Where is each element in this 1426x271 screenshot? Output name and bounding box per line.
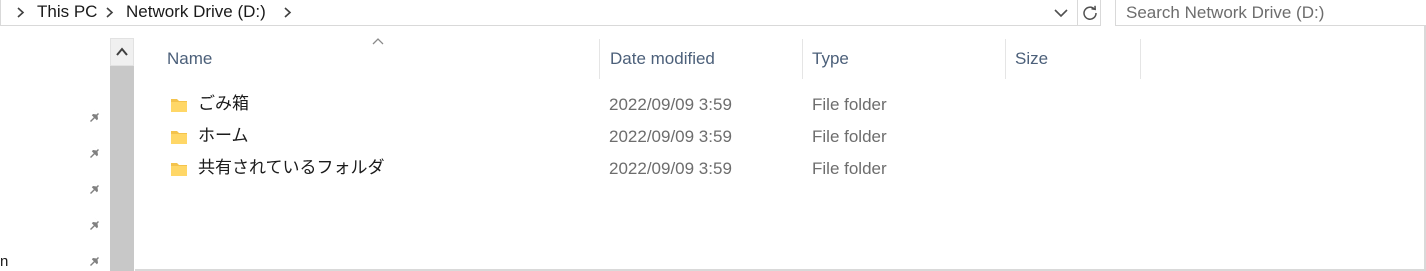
refresh-button[interactable] [1077,0,1102,26]
file-row[interactable]: 共有されているフォルダ 2022/09/09 3:59 File folder [135,156,1425,188]
file-row[interactable]: ホーム 2022/09/09 3:59 File folder [135,124,1425,156]
file-date-modified: 2022/09/09 3:59 [609,127,732,146]
breadcrumb-this-pc[interactable]: This PC [37,2,97,22]
chevron-right-icon[interactable] [16,7,25,18]
pin-icon[interactable] [88,252,104,268]
chevron-right-icon[interactable] [283,7,292,18]
file-type: File folder [812,95,887,114]
breadcrumb-network-drive[interactable]: Network Drive (D:) [126,2,266,22]
chevron-down-icon[interactable] [1053,7,1069,19]
refresh-icon [1083,5,1097,20]
folder-icon [171,99,187,112]
chevron-right-icon[interactable] [105,7,114,18]
file-type: File folder [812,127,887,146]
pin-icon[interactable] [88,216,104,232]
pin-icon[interactable] [88,144,104,160]
nav-item-label-cut[interactable]: n [0,254,8,269]
pin-icon[interactable] [88,180,104,196]
file-date-modified: 2022/09/09 3:59 [609,159,732,178]
file-date-modified: 2022/09/09 3:59 [609,95,732,114]
search-input[interactable]: Search Network Drive (D:) [1126,3,1324,23]
folder-icon [171,163,187,176]
file-row[interactable]: ごみ箱 2022/09/09 3:59 File folder [135,92,1425,124]
column-header-name[interactable]: Name [167,39,599,79]
search-box[interactable]: Search Network Drive (D:) [1115,0,1426,26]
address-bar[interactable]: This PC Network Drive (D:) [0,0,1101,26]
column-divider[interactable] [802,39,803,79]
file-name[interactable]: ホーム [198,126,249,146]
column-header-label: Name [167,49,213,68]
pin-icon[interactable] [88,108,104,124]
column-divider[interactable] [599,39,600,79]
column-header-type[interactable]: Type [812,39,1005,79]
folder-icon [171,131,187,144]
file-name[interactable]: ごみ箱 [198,94,249,114]
column-divider[interactable] [1140,39,1141,79]
column-header-size[interactable]: Size [1015,39,1140,79]
chevron-up-icon [116,47,128,56]
file-name[interactable]: 共有されているフォルダ [198,158,385,178]
column-header-label: Type [812,49,849,68]
vertical-scrollbar[interactable] [110,38,134,271]
column-header-label: Date modified [610,49,715,68]
file-type: File folder [812,159,887,178]
column-divider[interactable] [1005,39,1006,79]
column-header-label: Size [1015,49,1049,68]
scroll-up-button[interactable] [110,38,134,66]
column-header-date-modified[interactable]: Date modified [610,39,802,79]
